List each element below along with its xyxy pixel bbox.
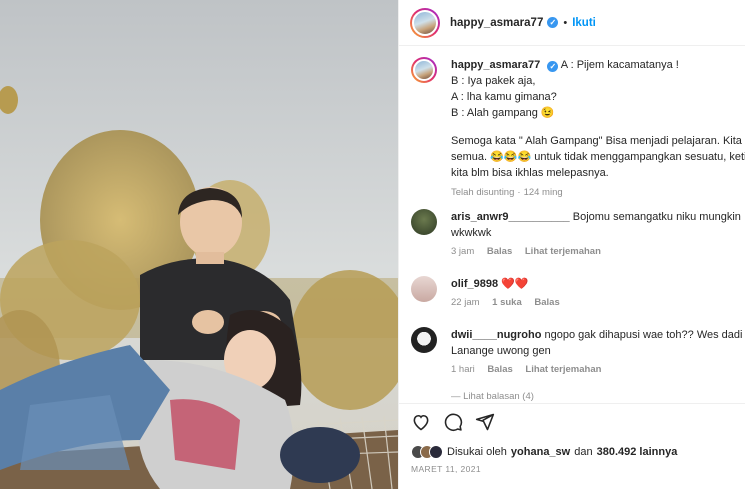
share-icon[interactable] [475, 412, 495, 432]
likes-prefix: Disukai oleh [447, 446, 507, 458]
comment-avatar[interactable] [411, 209, 437, 235]
post-actions: Disukai oleh yohana_sw dan 380.492 lainn… [399, 403, 745, 489]
caption-username[interactable]: happy_asmara77 [451, 59, 540, 71]
heart-icon[interactable] [411, 412, 431, 432]
comment-item: olif_9898 ❤️❤️ 22 jam 1 suka Balas [411, 276, 745, 316]
likes-count[interactable]: 380.492 lainnya [597, 446, 678, 458]
comment-time: 22 jam [451, 297, 480, 308]
comment-item: aris_anwr9__________ Bojomu semangatku n… [411, 209, 745, 269]
author-avatar[interactable] [410, 7, 440, 38]
post-side-panel: happy_asmara77 ✓ • Ikuti happy_asmara77 … [398, 0, 745, 489]
verified-badge-icon: ✓ [547, 17, 559, 28]
comment-time: 1 hari [451, 364, 475, 375]
liker-username[interactable]: yohana_sw [511, 446, 570, 458]
comment-username[interactable]: dwii____nugroho [451, 329, 541, 341]
follow-button[interactable]: Ikuti [572, 17, 596, 29]
comment-username[interactable]: aris_anwr9__________ [451, 211, 570, 223]
separator-dot: • [563, 16, 568, 29]
reply-button[interactable]: Balas [487, 246, 512, 257]
comment-text: Bojomu semangatku niku mungkin [572, 211, 741, 223]
caption-line: A : lha kamu gimana? [451, 91, 557, 103]
caption-block: happy_asmara77 ✓ A : Pijem kacamatanya !… [411, 57, 745, 200]
caption-time: 124 ming [523, 187, 563, 198]
author-username[interactable]: happy_asmara77 [450, 17, 543, 29]
comments-scroll-area[interactable]: happy_asmara77 ✓ A : Pijem kacamatanya !… [399, 47, 745, 403]
post-image [0, 0, 398, 489]
see-translation-button[interactable]: Lihat terjemahan [525, 364, 601, 375]
caption-line: B : Iya pakek aja, [451, 75, 536, 87]
comment-like-count[interactable]: 1 suka [492, 297, 522, 308]
comment-avatar[interactable] [411, 327, 437, 353]
caption-line: kita blm bisa ikhlas melepasnya. [451, 167, 609, 179]
caption-line: Semoga kata " Alah Gampang" Bisa menjadi… [451, 135, 742, 147]
post-photo [0, 0, 398, 489]
caption-line: A : Pijem kacamatanya ! [560, 59, 679, 71]
post-date[interactable]: MARET 11, 2021 [411, 464, 481, 474]
edited-label: Telah disunting [451, 187, 515, 198]
comment-time: 3 jam [451, 246, 475, 257]
comment-text: ❤️❤️ [501, 278, 529, 290]
comment-username[interactable]: olif_9898 [451, 278, 498, 290]
caption-meta: Telah disunting · 124 ming [451, 186, 745, 200]
comment-text: ngopo gak dihapusi wae toh?? Wes dadi [544, 329, 743, 341]
caption-avatar[interactable] [411, 57, 437, 83]
meta-dot: · [517, 187, 521, 198]
caption-line: semua. 😂😂😂 untuk tidak menggampangkan se… [451, 151, 745, 163]
comment-avatar[interactable] [411, 276, 437, 302]
reply-button[interactable]: Balas [487, 364, 512, 375]
comment-text: Lanange uwong gen [451, 345, 551, 357]
likes-conj: dan [574, 446, 593, 458]
see-translation-button[interactable]: Lihat terjemahan [525, 246, 601, 257]
comment-icon[interactable] [443, 412, 463, 432]
comment-text: wkwkwk [451, 227, 492, 239]
caption-line: B : Alah gampang 😉 [451, 107, 555, 119]
liker-avatars[interactable] [411, 445, 443, 459]
reply-button[interactable]: Balas [534, 297, 559, 308]
verified-badge-icon: ✓ [547, 61, 559, 72]
view-replies-button[interactable]: — Lihat balasan (4) [451, 390, 534, 403]
post-header: happy_asmara77 ✓ • Ikuti [399, 0, 745, 46]
likes-summary: Disukai oleh yohana_sw dan 380.492 lainn… [411, 445, 677, 459]
comment-item: dwii____nugroho ngopo gak dihapusi wae t… [411, 327, 745, 387]
